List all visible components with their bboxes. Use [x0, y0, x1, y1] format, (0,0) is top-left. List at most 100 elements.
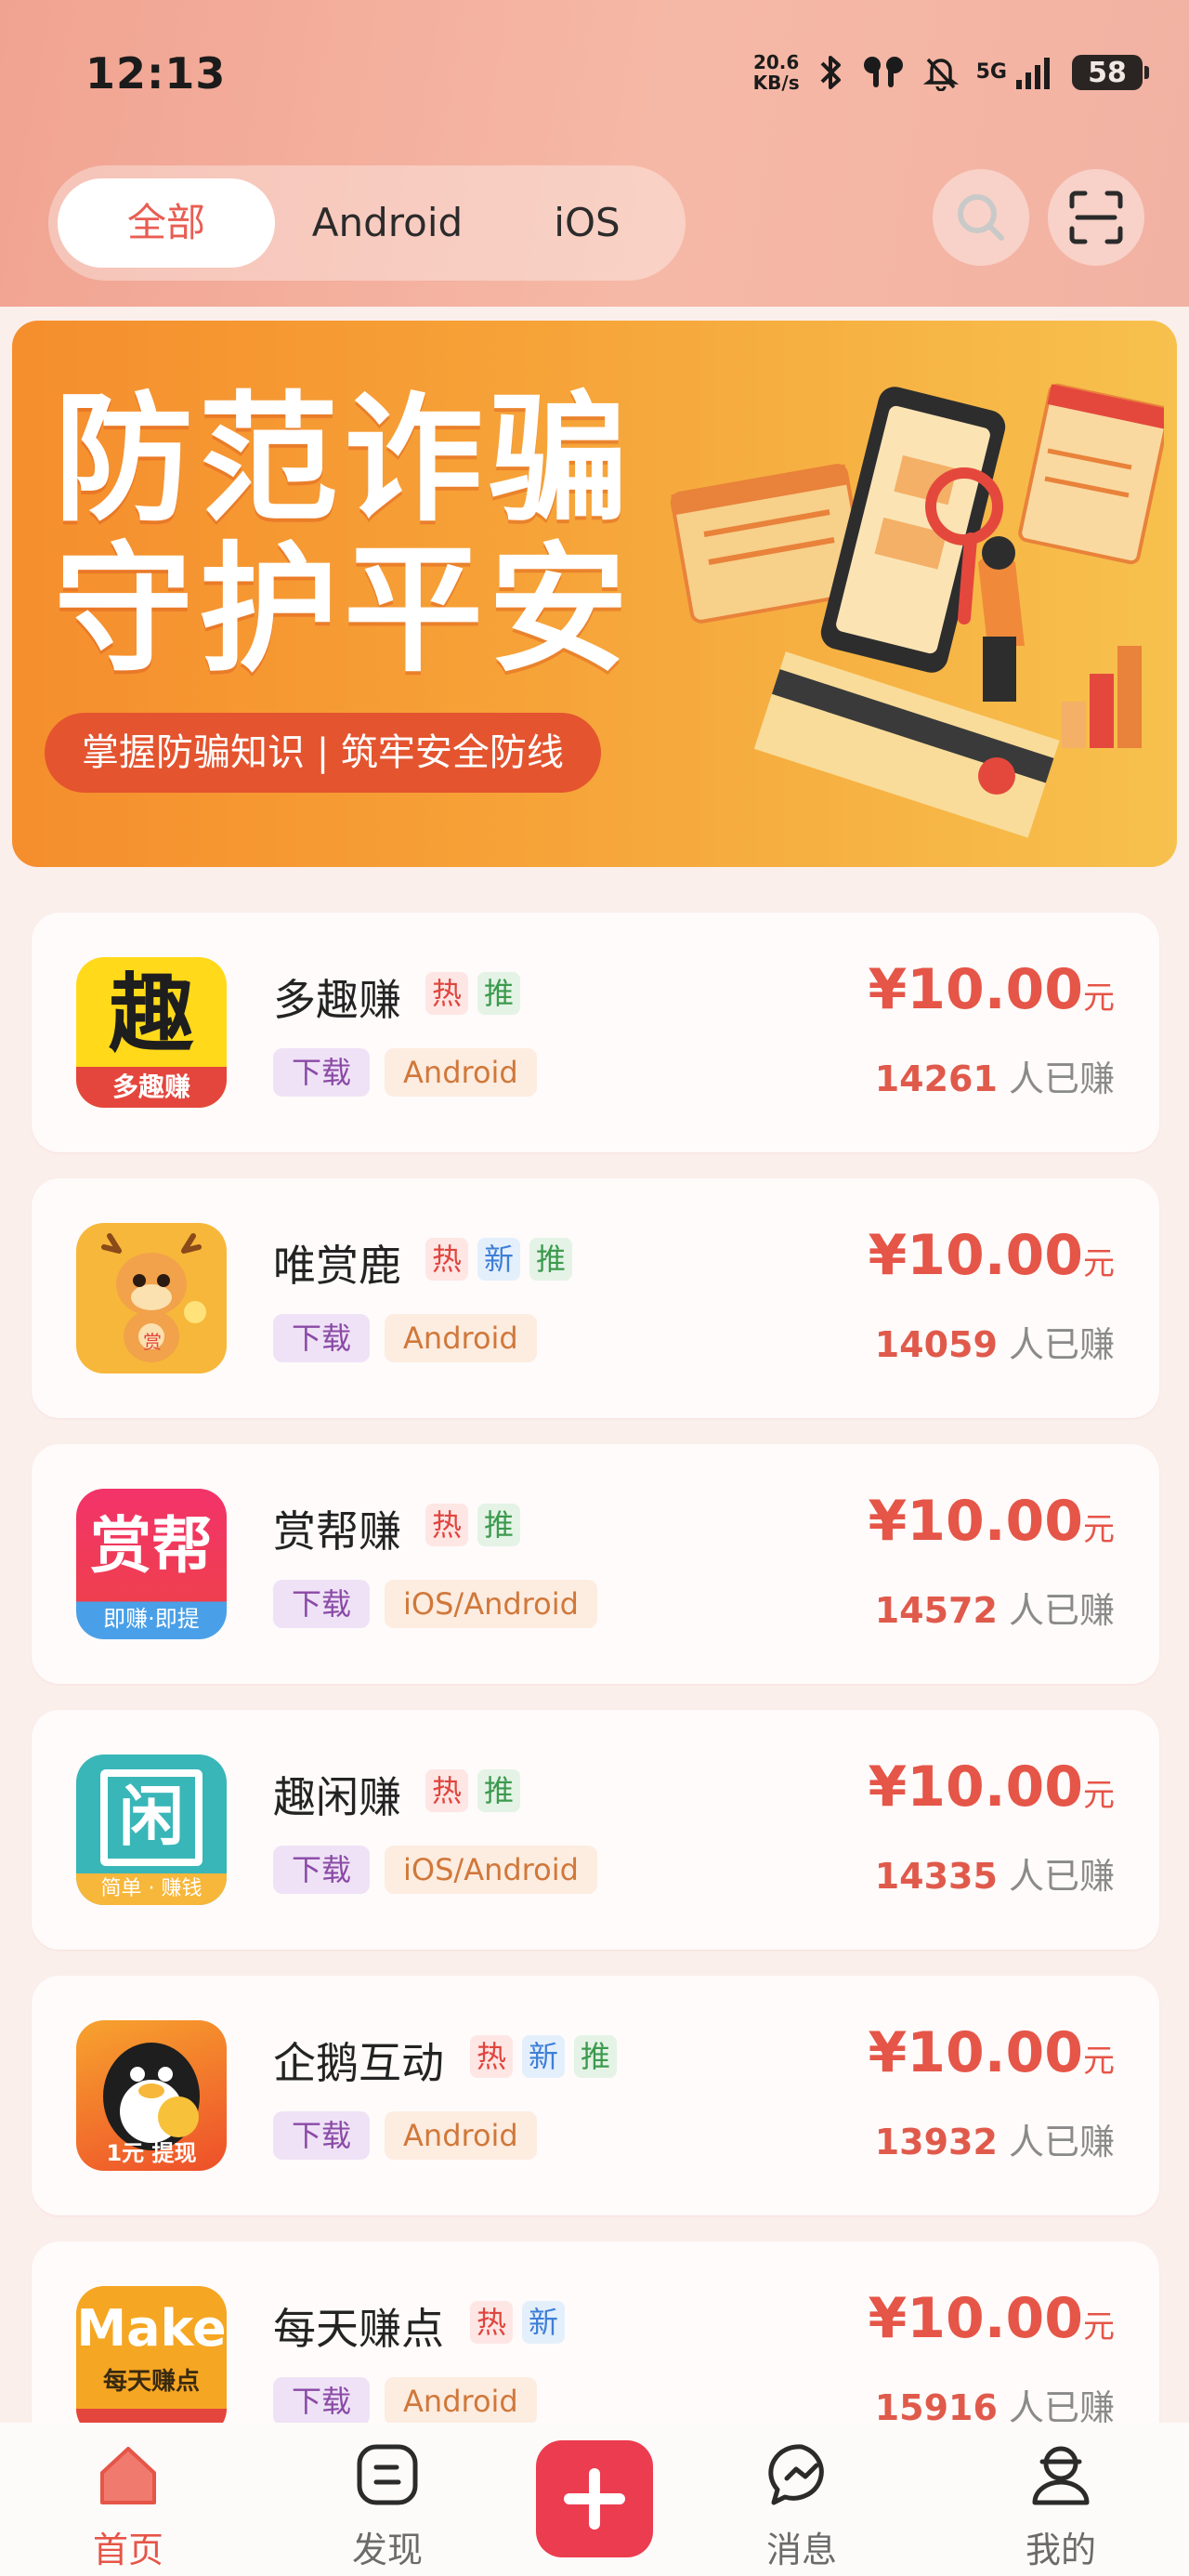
price-value: ¥10.00: [868, 1755, 1083, 1820]
app-chips: 下载 Android: [273, 2111, 537, 2160]
app-icon-caption: 简单 · 赚钱: [76, 1873, 227, 1905]
message-icon: [768, 2444, 824, 2505]
earned-label: 人已赚: [1008, 1324, 1115, 1365]
list-item[interactable]: Make 每天赚点 每天赚点 热 新 下载 Android ¥10.00元 15…: [32, 2241, 1159, 2423]
battery-icon: 58: [1072, 55, 1149, 90]
scan-icon: [1069, 191, 1123, 244]
app-chips: 下载 Android: [273, 1314, 537, 1362]
earned-number: 15916: [874, 2387, 998, 2423]
nav-messages[interactable]: 消息: [727, 2423, 876, 2576]
earned-number: 14572: [874, 1590, 998, 1631]
banner-title-line1: 防范诈骗: [54, 379, 634, 541]
network-type: 5G: [975, 60, 1007, 84]
app-icon-glyph: 闲: [119, 1779, 184, 1855]
tab-ios[interactable]: iOS: [503, 178, 671, 268]
app-icon: 闲 简单 · 赚钱: [76, 1755, 227, 1905]
price-value: ¥10.00: [868, 2286, 1083, 2351]
bottom-nav: 首页 发现 消息 我的: [0, 2423, 1189, 2576]
app-icon: 趣 多趣赚: [76, 957, 227, 1108]
earned-label: 人已赚: [1008, 1856, 1115, 1897]
earned-label: 人已赚: [1008, 1590, 1115, 1631]
app-icon-caption: 多趣赚: [76, 1067, 227, 1108]
tag-hot: 热: [470, 2301, 513, 2344]
search-icon: [958, 194, 1004, 241]
search-button[interactable]: [933, 169, 1029, 266]
earned-count: 14572 人已赚: [875, 1582, 1115, 1633]
promo-banner[interactable]: 防范诈骗 守护平安 掌握防骗知识 | 筑牢安全防线: [12, 321, 1177, 867]
app-icon-glyph: 趣: [108, 965, 194, 1064]
tab-all[interactable]: 全部: [58, 178, 275, 268]
app-icon: 1元 提现: [76, 2020, 227, 2171]
platform-chip: Android: [385, 1314, 537, 1362]
earned-number: 13932: [874, 2122, 998, 2162]
price-unit: 元: [1083, 1777, 1115, 1814]
price-unit: 元: [1083, 1511, 1115, 1548]
reward-price: ¥10.00元: [868, 957, 1115, 1022]
app-tags: 热 新: [470, 2301, 565, 2344]
app-tags: 热 推: [425, 1769, 520, 1812]
earned-label: 人已赚: [1008, 2122, 1115, 2162]
tag-recommend: 推: [574, 2035, 617, 2078]
tag-recommend: 推: [477, 972, 520, 1015]
app-icon-glyph: Make: [76, 2299, 227, 2358]
platform-chip: iOS/Android: [385, 1846, 597, 1894]
list-item[interactable]: 闲 简单 · 赚钱 趣闲赚 热 推 下载 iOS/Android ¥10.00元…: [32, 1710, 1159, 1950]
app-name: 多趣赚: [273, 975, 401, 1025]
task-type-chip: 下载: [273, 1314, 371, 1362]
plus-icon: [564, 2468, 625, 2530]
tag-hot: 热: [425, 1238, 468, 1281]
nav-label: 我的: [1025, 2530, 1096, 2570]
app-chips: 下载 Android: [273, 1048, 537, 1097]
tag-recommend: 推: [477, 1504, 520, 1546]
nav-label: 首页: [92, 2530, 163, 2570]
reward-price: ¥10.00元: [868, 2020, 1115, 2085]
home-icon: [100, 2447, 156, 2504]
app-tags: 热 推: [425, 972, 520, 1015]
list-item[interactable]: 赏 唯赏鹿 热 新 推 下载 Android ¥10.00元 14059 人已赚: [32, 1178, 1159, 1418]
platform-chip: Android: [385, 2111, 537, 2160]
app-chips: 下载 Android: [273, 2377, 537, 2423]
app-name: 赏帮赚: [273, 1506, 401, 1557]
platform-chip: Android: [385, 2377, 537, 2423]
bluetooth-icon: [820, 56, 841, 89]
tag-hot: 热: [425, 1769, 468, 1812]
app-name: 每天赚点: [273, 2304, 444, 2354]
nav-label: 消息: [765, 2530, 837, 2570]
price-unit: 元: [1083, 1245, 1115, 1282]
price-value: ¥10.00: [868, 1489, 1083, 1554]
app-name: 趣闲赚: [273, 1772, 401, 1822]
tag-recommend: 推: [529, 1238, 572, 1281]
list-item[interactable]: 1元 提现 企鹅互动 热 新 推 下载 Android ¥10.00元 1393…: [32, 1976, 1159, 2215]
tag-new: 新: [477, 1238, 520, 1281]
nav-label: 发现: [351, 2530, 423, 2570]
nav-profile[interactable]: 我的: [986, 2423, 1135, 2576]
earned-number: 14059: [874, 1324, 998, 1365]
earned-count: 14261 人已赚: [875, 1050, 1115, 1101]
price-value: ¥10.00: [868, 1223, 1083, 1288]
tab-android[interactable]: Android: [290, 178, 485, 268]
network-speed: 20.6 KB/s: [753, 52, 800, 93]
list-item[interactable]: 赏帮 即赚·即提 赏帮赚 热 推 下载 iOS/Android ¥10.00元 …: [32, 1444, 1159, 1684]
app-name: 企鹅互动: [273, 2038, 444, 2088]
nav-home[interactable]: 首页: [54, 2423, 203, 2576]
price-value: ¥10.00: [868, 957, 1083, 1022]
discover-icon: [357, 2444, 418, 2505]
app-icon-caption: 每天赚点: [102, 2368, 200, 2396]
earned-number: 14335: [874, 1856, 998, 1897]
network-speed-unit: KB/s: [752, 72, 800, 94]
banner-subtitle: 掌握防骗知识 | 筑牢安全防线: [45, 713, 601, 793]
task-type-chip: 下载: [273, 1048, 371, 1097]
status-time: 12:13: [85, 48, 227, 99]
list-item[interactable]: 趣 多趣赚 多趣赚 热 推 下载 Android ¥10.00元 14261 人…: [32, 913, 1159, 1152]
app-name: 唯赏鹿: [273, 1241, 401, 1291]
price-unit: 元: [1083, 979, 1115, 1017]
tag-hot: 热: [425, 1504, 468, 1546]
task-type-chip: 下载: [273, 2377, 371, 2423]
app-icon: 赏帮 即赚·即提: [76, 1489, 227, 1639]
plus-button[interactable]: [536, 2440, 653, 2557]
tag-hot: 热: [425, 972, 468, 1015]
scan-button[interactable]: [1048, 169, 1144, 266]
anti-fraud-illustration: [670, 383, 1164, 838]
nav-discover[interactable]: 发现: [313, 2423, 462, 2576]
reward-price: ¥10.00元: [868, 1489, 1115, 1554]
